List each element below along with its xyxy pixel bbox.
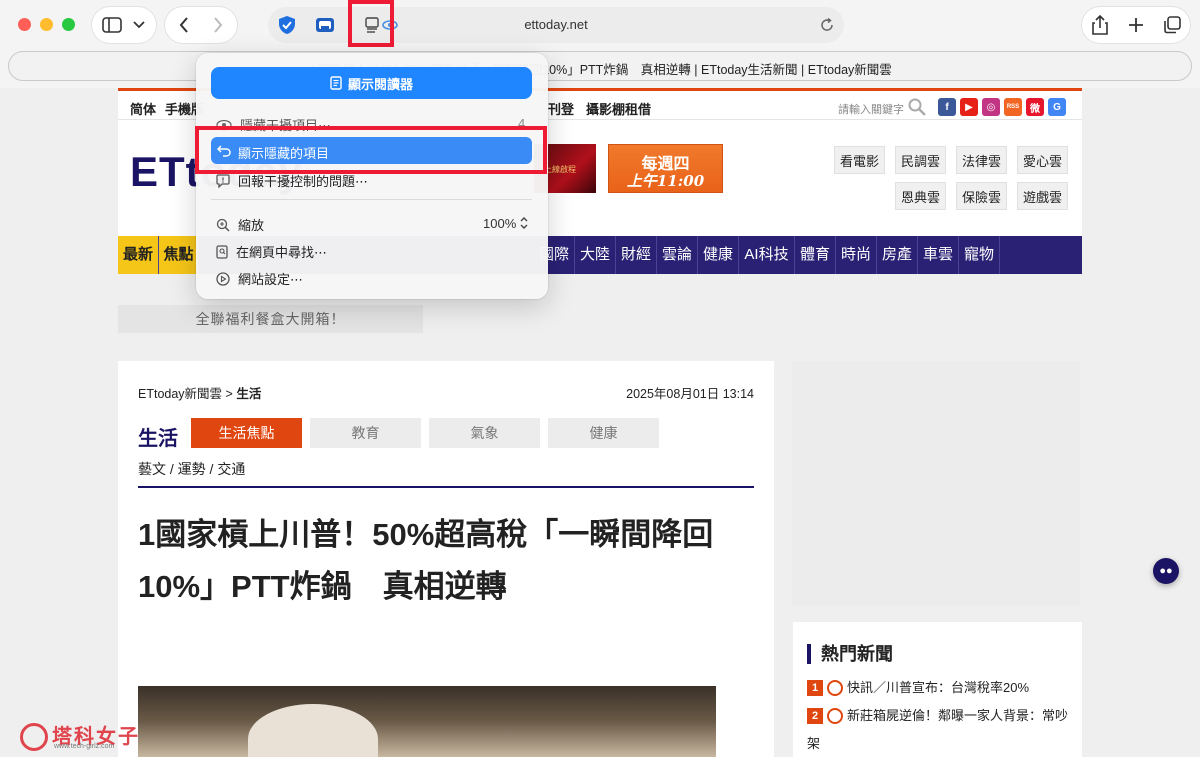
minimize-window-button[interactable] bbox=[40, 18, 53, 31]
tab-title[interactable]: 1國家槓上川普！50%超高稅「一瞬間降回10%」PTT炸鍋 真相逆轉 | ETt… bbox=[9, 59, 1193, 78]
breadcrumb-root[interactable]: ETtoday新聞雲 > bbox=[138, 387, 236, 401]
find-page-icon bbox=[216, 244, 228, 259]
tab-health[interactable]: 健康 bbox=[548, 418, 659, 448]
article-card: ETtoday新聞雲 > 生活 2025年08月01日 13:14 生活 生活焦… bbox=[118, 361, 774, 757]
sidebar-toggle-group bbox=[92, 7, 156, 43]
browser-toolbar: ettoday.net 1國家槓上川普！50%超高稅「一瞬間降回10%」PTT炸… bbox=[0, 0, 1200, 88]
report-bubble-icon bbox=[216, 173, 230, 188]
cloud-link-insurance[interactable]: 保險雲 bbox=[956, 182, 1007, 210]
headline-line-2: 10%」PTT炸鍋 真相逆轉 bbox=[138, 569, 507, 604]
weibo-icon[interactable]: 微 bbox=[1026, 98, 1044, 116]
cloud-link-grace[interactable]: 恩典雲 bbox=[895, 182, 946, 210]
article-headline: 1國家槓上川普！50%超高稅「一瞬間降回 10%」PTT炸鍋 真相逆轉 bbox=[138, 509, 748, 613]
sidebar-ad-slot bbox=[792, 361, 1080, 606]
section-title: 生活 bbox=[138, 428, 178, 450]
menu-item-zoom[interactable]: 縮放 bbox=[216, 215, 264, 234]
cloud-link-games[interactable]: 遊戲雲 bbox=[1017, 182, 1068, 210]
close-window-button[interactable] bbox=[18, 18, 31, 31]
cloud-link-movie[interactable]: 看電影 bbox=[834, 146, 885, 174]
show-reader-button[interactable]: 顯示閱讀器 bbox=[211, 67, 532, 99]
nav-finance[interactable]: 財經 bbox=[616, 236, 657, 274]
hot-news-panel: 熱門新聞 1 快訊／川普宣布：台灣稅率20% 2 新莊箱屍逆倫！鄰曝一家人背景：… bbox=[793, 622, 1082, 757]
play-icon bbox=[827, 680, 843, 696]
watermark-url: www.tech-girlz.com bbox=[54, 743, 115, 750]
forward-arrow-icon[interactable] bbox=[201, 8, 235, 42]
studio-rental-link[interactable]: 攝影棚租借 bbox=[586, 99, 651, 118]
instagram-icon[interactable]: ◎ bbox=[982, 98, 1000, 116]
share-icon[interactable] bbox=[1083, 8, 1117, 42]
watermark-logo-icon bbox=[20, 723, 48, 751]
google-news-icon[interactable]: G bbox=[1048, 98, 1066, 116]
banner-ad-1-text: 上線啟程 bbox=[544, 165, 576, 174]
menu-item-site-settings[interactable]: 網站設定⋯ bbox=[216, 269, 303, 288]
headline-line-1: 1國家槓上川普！50%超高稅「一瞬間降回 bbox=[138, 517, 714, 552]
eyes-icon: ●● bbox=[1159, 565, 1173, 577]
facebook-icon[interactable]: f bbox=[938, 98, 956, 116]
article-photo bbox=[138, 686, 716, 757]
show-hidden-highlight-box bbox=[195, 126, 547, 174]
nav-china[interactable]: 大陸 bbox=[575, 236, 616, 274]
tab-actions-group bbox=[1082, 7, 1190, 43]
zoom-magnifier-icon bbox=[216, 218, 230, 232]
breadcrumb: ETtoday新聞雲 > 生活 bbox=[138, 383, 261, 402]
menu-item-site-settings-label: 網站設定⋯ bbox=[238, 272, 304, 287]
nav-opinion[interactable]: 雲論 bbox=[657, 236, 698, 274]
cloud-link-poll[interactable]: 民調雲 bbox=[895, 146, 946, 174]
chevron-down-icon[interactable] bbox=[122, 8, 156, 42]
reader-icon bbox=[330, 76, 342, 90]
back-arrow-icon[interactable] bbox=[167, 8, 201, 42]
breadcrumb-current[interactable]: 生活 bbox=[236, 387, 261, 401]
nav-property[interactable]: 房產 bbox=[877, 236, 918, 274]
rss-icon[interactable]: RSS bbox=[1004, 98, 1022, 116]
photo-subject bbox=[248, 704, 378, 757]
simplified-link[interactable]: 简体 bbox=[130, 99, 156, 118]
section-divider bbox=[138, 486, 754, 488]
menu-item-zoom-label: 縮放 bbox=[238, 218, 265, 233]
nav-focus[interactable]: 焦點 bbox=[159, 236, 199, 274]
history-nav-group bbox=[165, 7, 237, 43]
page-menu-dropdown: 顯示閱讀器 隱藏干擾項目⋯ 4 顯示隱藏的項目 回報干擾控制的問題⋯ 縮放 10… bbox=[196, 53, 548, 299]
hot-news-title: 熱門新聞 bbox=[807, 644, 893, 664]
tab-life-focus[interactable]: 生活焦點 bbox=[191, 418, 302, 448]
cloud-link-charity[interactable]: 愛心雲 bbox=[1017, 146, 1068, 174]
floating-chat-button[interactable]: ●● bbox=[1153, 558, 1179, 584]
promo-banner[interactable]: 全聯福利餐盒大開箱！ bbox=[118, 305, 423, 333]
tab-weather[interactable]: 氣象 bbox=[429, 418, 540, 448]
new-tab-plus-icon[interactable] bbox=[1119, 8, 1153, 42]
nav-cars[interactable]: 車雲 bbox=[918, 236, 959, 274]
nav-latest[interactable]: 最新 bbox=[118, 236, 159, 274]
cloud-link-law[interactable]: 法律雲 bbox=[956, 146, 1007, 174]
youtube-icon[interactable]: ▶ bbox=[960, 98, 978, 116]
nav-sports[interactable]: 體育 bbox=[795, 236, 836, 274]
site-settings-icon bbox=[216, 271, 230, 286]
search-icon[interactable] bbox=[908, 98, 926, 121]
hot-news-item[interactable]: 新莊箱屍逆倫！鄰曝一家人背景：常吵架 bbox=[807, 702, 1072, 757]
zoom-stepper-icon[interactable] bbox=[520, 216, 528, 234]
menu-separator bbox=[211, 199, 532, 200]
nav-ai-tech[interactable]: AI科技 bbox=[739, 236, 795, 274]
menu-item-find-label: 在網頁中尋找⋯ bbox=[236, 245, 328, 260]
hot-news-rank-1: 1 bbox=[807, 680, 823, 696]
tab-bar[interactable]: 1國家槓上川普！50%超高稅「一瞬間降回10%」PTT炸鍋 真相逆轉 | ETt… bbox=[8, 51, 1192, 81]
advertise-link[interactable]: 刊登 bbox=[548, 99, 574, 118]
menu-item-find[interactable]: 在網頁中尋找⋯ bbox=[216, 242, 327, 261]
tab-overview-icon[interactable] bbox=[1155, 8, 1189, 42]
banner-ad-2-line2: 上午11:00 bbox=[626, 172, 705, 190]
site-search-input[interactable]: 請輸入關鍵字 bbox=[838, 101, 904, 117]
hot-news-item[interactable]: 快訊／川普宣布：台灣稅率20% bbox=[847, 674, 1072, 702]
page-menu-highlight-box bbox=[348, 0, 394, 47]
sub-category-links[interactable]: 藝文 / 運勢 / 交通 bbox=[138, 459, 245, 479]
zoom-window-button[interactable] bbox=[62, 18, 75, 31]
nav-fashion[interactable]: 時尚 bbox=[836, 236, 877, 274]
show-reader-label: 顯示閱讀器 bbox=[347, 76, 413, 92]
publish-datetime: 2025年08月01日 13:14 bbox=[626, 387, 754, 401]
reload-icon[interactable] bbox=[820, 17, 834, 37]
nav-health[interactable]: 健康 bbox=[698, 236, 739, 274]
tab-education[interactable]: 教育 bbox=[310, 418, 421, 448]
zoom-value[interactable]: 100% bbox=[483, 216, 516, 231]
nav-pets[interactable]: 寵物 bbox=[959, 236, 1000, 274]
